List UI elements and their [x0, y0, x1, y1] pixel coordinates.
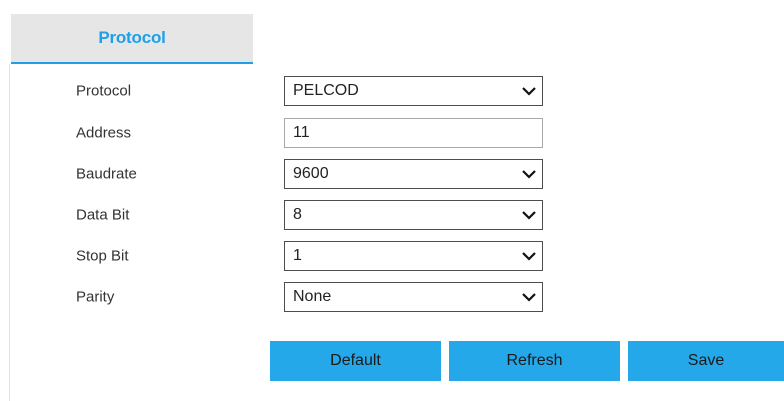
save-button[interactable]: Save [628, 341, 784, 381]
data-bit-select-value: 8 [293, 206, 302, 223]
refresh-button[interactable]: Refresh [449, 341, 620, 381]
parity-label: Parity [76, 288, 115, 306]
protocol-settings-page: Protocol Protocol PELCOD Address 11 Baud… [0, 0, 784, 401]
default-button-label: Default [330, 352, 381, 369]
data-bit-row: Data Bit 8 [0, 199, 784, 231]
protocol-label: Protocol [76, 82, 132, 100]
data-bit-select[interactable]: 8 [284, 200, 543, 230]
baudrate-select-value: 9600 [293, 165, 329, 182]
refresh-button-label: Refresh [506, 352, 563, 369]
tab-protocol-label: Protocol [98, 28, 166, 47]
baudrate-row: Baudrate 9600 [0, 158, 784, 190]
chevron-down-icon [522, 211, 536, 220]
address-input[interactable]: 11 [284, 118, 543, 148]
protocol-select[interactable]: PELCOD [284, 76, 543, 106]
address-label: Address [76, 124, 132, 142]
save-button-label: Save [687, 352, 725, 369]
parity-select-value: None [293, 288, 332, 305]
chevron-down-icon [522, 252, 536, 261]
default-button[interactable]: Default [270, 341, 441, 381]
stop-bit-select[interactable]: 1 [284, 241, 543, 271]
protocol-select-value: PELCOD [293, 82, 359, 99]
baudrate-select[interactable]: 9600 [284, 159, 543, 189]
parity-row: Parity None [0, 281, 784, 313]
chevron-down-icon [522, 293, 536, 302]
stop-bit-row: Stop Bit 1 [0, 240, 784, 272]
parity-select[interactable]: None [284, 282, 543, 312]
stop-bit-select-value: 1 [293, 247, 302, 264]
baudrate-label: Baudrate [76, 165, 137, 183]
tab-protocol[interactable]: Protocol [11, 14, 253, 64]
address-row: Address 11 [0, 117, 784, 149]
protocol-row: Protocol PELCOD [0, 75, 784, 107]
stop-bit-label: Stop Bit [76, 247, 129, 265]
left-border-line [9, 64, 10, 401]
chevron-down-icon [522, 87, 536, 96]
chevron-down-icon [522, 170, 536, 179]
data-bit-label: Data Bit [76, 206, 130, 224]
address-input-value: 11 [293, 124, 310, 141]
